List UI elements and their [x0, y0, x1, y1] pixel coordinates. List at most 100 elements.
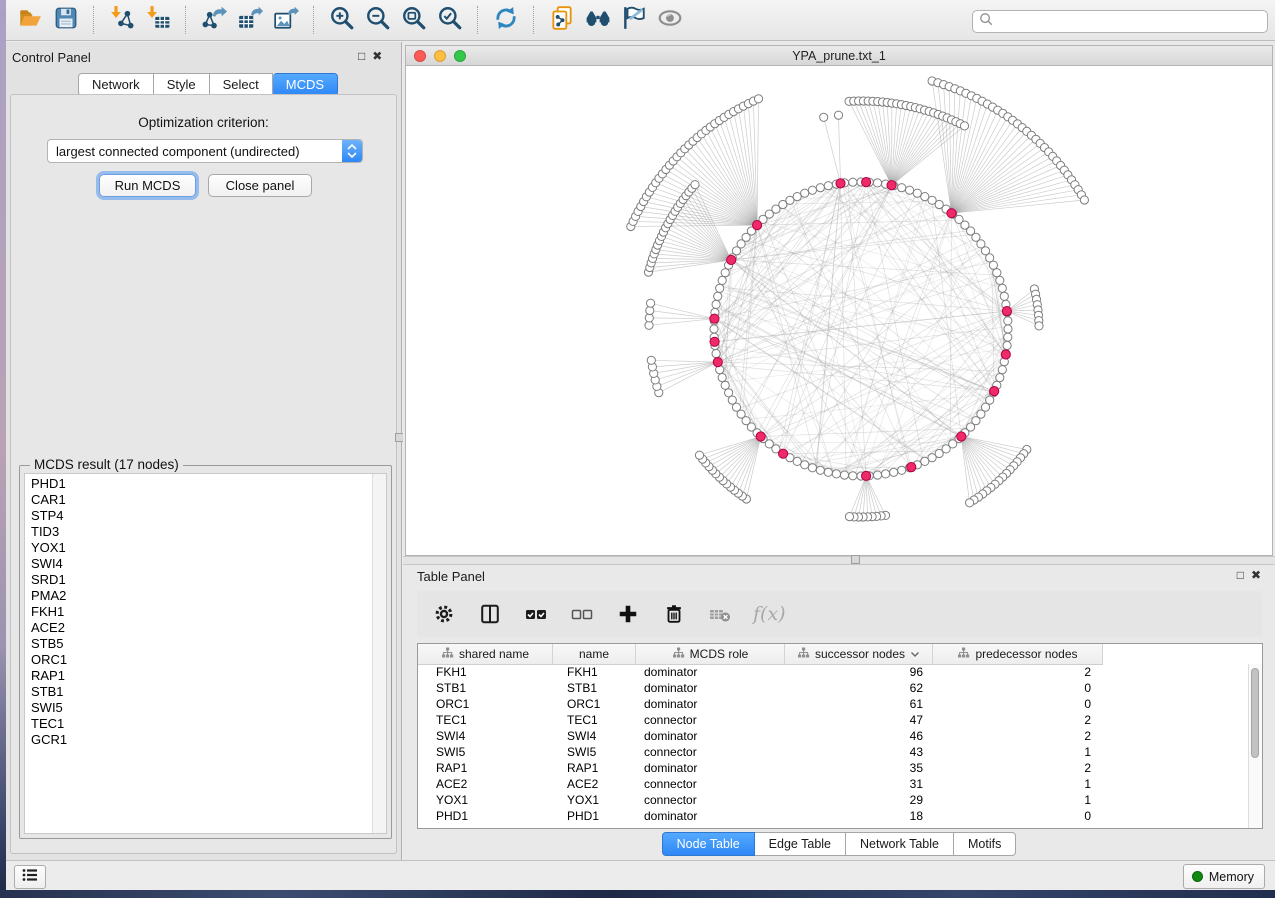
table-tab-motifs[interactable]: Motifs [954, 832, 1016, 856]
task-history-button[interactable] [14, 865, 46, 889]
network-window-titlebar[interactable]: YPA_prune.txt_1 [405, 45, 1273, 65]
table-row[interactable]: TEC1TEC1connector472 [418, 712, 1249, 728]
import-network-button[interactable] [104, 3, 140, 37]
mcds-result-item[interactable]: ORC1 [25, 652, 372, 668]
show-all-button[interactable] [652, 3, 688, 37]
mcds-result-item[interactable]: PMA2 [25, 588, 372, 604]
mcds-tab-content: Optimization criterion: largest connecte… [10, 94, 397, 854]
close-panel-button[interactable]: Close panel [208, 174, 312, 197]
column-header-predecessor-nodes[interactable]: predecessor nodes [933, 644, 1103, 664]
table-cell: connector [636, 712, 785, 728]
save-session-button[interactable] [48, 3, 84, 37]
table-row[interactable]: PHD1PHD1dominator180 [418, 808, 1249, 824]
table-tab-network-table[interactable]: Network Table [846, 832, 954, 856]
mcds-result-item[interactable]: CAR1 [25, 492, 372, 508]
table-row[interactable]: SWI4SWI4dominator462 [418, 728, 1249, 744]
table-options-gear-button[interactable] [431, 601, 457, 627]
show-columns-button[interactable] [477, 601, 503, 627]
table-row[interactable]: RAP1RAP1dominator352 [418, 760, 1249, 776]
mcds-result-item[interactable]: SWI4 [25, 556, 372, 572]
scrollbar-thumb[interactable] [1251, 668, 1259, 758]
export-table-button[interactable] [232, 3, 268, 37]
table-tab-edge-table[interactable]: Edge Table [755, 832, 846, 856]
mcds-result-item[interactable]: STB1 [25, 684, 372, 700]
table-cell: 1 [933, 776, 1103, 792]
table-row[interactable]: SWI5SWI5connector431 [418, 744, 1249, 760]
mcds-result-item[interactable]: RAP1 [25, 668, 372, 684]
mcds-result-item[interactable]: TID3 [25, 524, 372, 540]
apply-preferred-layout-button[interactable] [488, 3, 524, 37]
export-network-button[interactable] [196, 3, 232, 37]
node-table[interactable]: shared namenameMCDS rolesuccessor nodesp… [417, 643, 1263, 829]
delete-column-button[interactable] [661, 601, 687, 627]
zoom-out-button[interactable] [360, 3, 396, 37]
column-header-shared-name[interactable]: shared name [418, 644, 553, 664]
criterion-select[interactable]: largest connected component (undirected) [47, 139, 363, 163]
control-panel-tab-mcds[interactable]: MCDS [273, 73, 338, 96]
mcds-result-item[interactable]: TEC1 [25, 716, 372, 732]
toolbar-separator [93, 6, 95, 34]
node-table-scrollbar[interactable] [1248, 664, 1262, 828]
mcds-result-title: MCDS result (17 nodes) [30, 457, 183, 472]
select-all-button[interactable] [523, 601, 549, 627]
table-row[interactable]: STB1STB1dominator620 [418, 680, 1249, 696]
mcds-list-scrollbar[interactable] [372, 474, 386, 833]
export-image-button[interactable] [268, 3, 304, 37]
float-panel-icon[interactable]: □ [358, 50, 365, 62]
control-panel-tab-network[interactable]: Network [78, 73, 154, 96]
import-table-button[interactable] [140, 3, 176, 37]
network-column-icon [797, 647, 810, 662]
table-cell: 0 [933, 680, 1103, 696]
mcds-result-item[interactable]: STB5 [25, 636, 372, 652]
close-panel-icon[interactable]: ✖ [372, 50, 382, 62]
hide-selected-button[interactable] [616, 3, 652, 37]
main-toolbar [6, 0, 1275, 41]
search-input[interactable] [994, 14, 1261, 30]
open-session-button[interactable] [12, 3, 48, 37]
run-mcds-button[interactable]: Run MCDS [99, 174, 196, 197]
deselect-all-button[interactable] [569, 601, 595, 627]
column-header-name[interactable]: name [553, 644, 636, 664]
mcds-result-item[interactable]: FKH1 [25, 604, 372, 620]
zoom-in-button[interactable] [324, 3, 360, 37]
first-neighbors-button[interactable] [580, 3, 616, 37]
mcds-result-item[interactable]: ACE2 [25, 620, 372, 636]
column-header-MCDS-role[interactable]: MCDS role [636, 644, 785, 664]
fit-content-button[interactable] [396, 3, 432, 37]
table-cell: PHD1 [418, 808, 553, 824]
delete-table-button[interactable] [707, 601, 733, 627]
table-tab-node-table[interactable]: Node Table [662, 832, 755, 856]
floppy-disk-icon [53, 5, 79, 36]
search-box[interactable] [972, 10, 1268, 33]
mcds-result-item[interactable]: SRD1 [25, 572, 372, 588]
desktop-wallpaper-bottom [0, 890, 1275, 898]
table-row[interactable]: ORC1ORC1dominator610 [418, 696, 1249, 712]
table-cell: 96 [785, 664, 933, 680]
mcds-result-list[interactable]: PHD1CAR1STP4TID3YOX1SWI4SRD1PMA2FKH1ACE2… [24, 473, 387, 834]
mcds-result-item[interactable]: GCR1 [25, 732, 372, 748]
table-row[interactable]: FKH1FKH1dominator962 [418, 664, 1249, 680]
zoom-in-icon [329, 5, 355, 36]
mcds-result-item[interactable]: YOX1 [25, 540, 372, 556]
table-row[interactable]: ACE2ACE2connector311 [418, 776, 1249, 792]
control-panel-tab-select[interactable]: Select [210, 73, 273, 96]
mcds-result-item[interactable]: SWI5 [25, 700, 372, 716]
network-canvas[interactable] [405, 65, 1273, 556]
add-column-button[interactable] [615, 601, 641, 627]
table-cell: 43 [785, 744, 933, 760]
close-panel-icon[interactable]: ✖ [1251, 569, 1261, 581]
float-panel-icon[interactable]: □ [1237, 569, 1244, 581]
table-panel-tab-bar: Node TableEdge TableNetwork TableMotifs [403, 832, 1275, 856]
mcds-result-item[interactable]: PHD1 [25, 476, 372, 492]
memory-button[interactable]: Memory [1183, 864, 1265, 889]
mcds-result-item[interactable]: STP4 [25, 508, 372, 524]
table-panel-header: Table Panel □ ✖ [403, 563, 1275, 590]
control-panel-tab-style[interactable]: Style [154, 73, 210, 96]
table-cell: 62 [785, 680, 933, 696]
column-header-successor-nodes[interactable]: successor nodes [785, 644, 933, 664]
table-row[interactable]: YOX1YOX1connector291 [418, 792, 1249, 808]
zoom-selected-button[interactable] [432, 3, 468, 37]
table-panel-title: Table Panel [417, 569, 485, 584]
function-builder-button[interactable]: f(x) [753, 603, 786, 625]
new-network-from-selection-button[interactable] [544, 3, 580, 37]
